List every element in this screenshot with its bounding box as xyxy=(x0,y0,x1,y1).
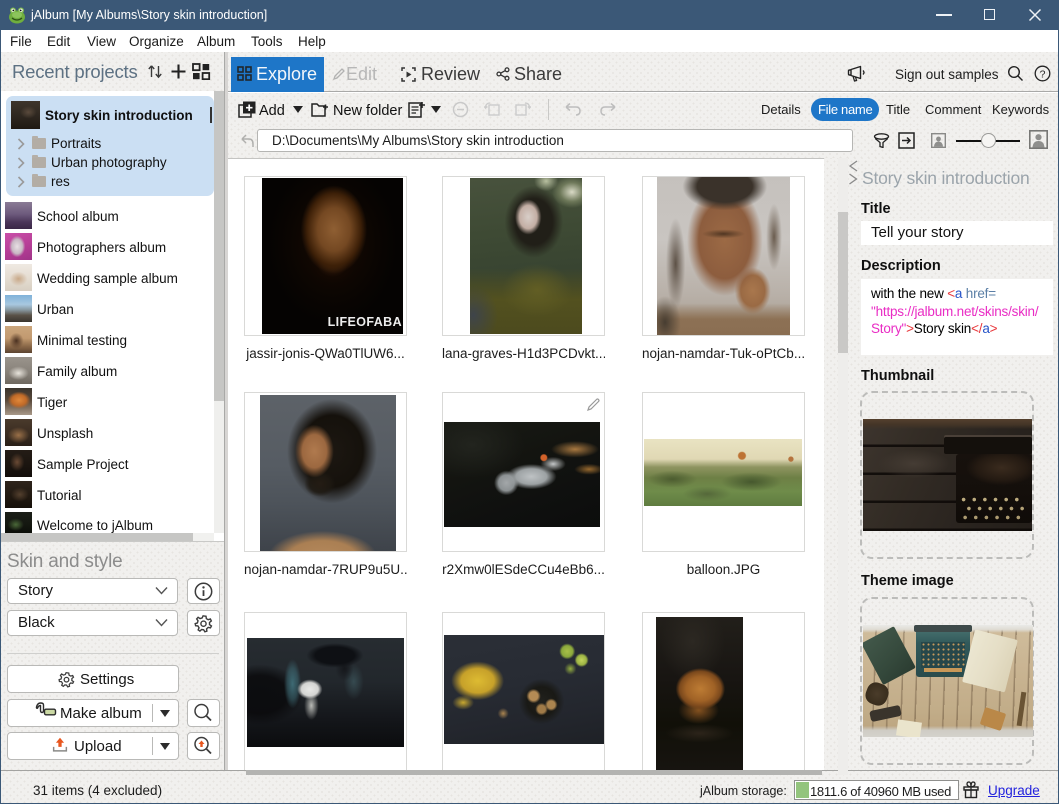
svg-text:?: ? xyxy=(1040,68,1046,80)
